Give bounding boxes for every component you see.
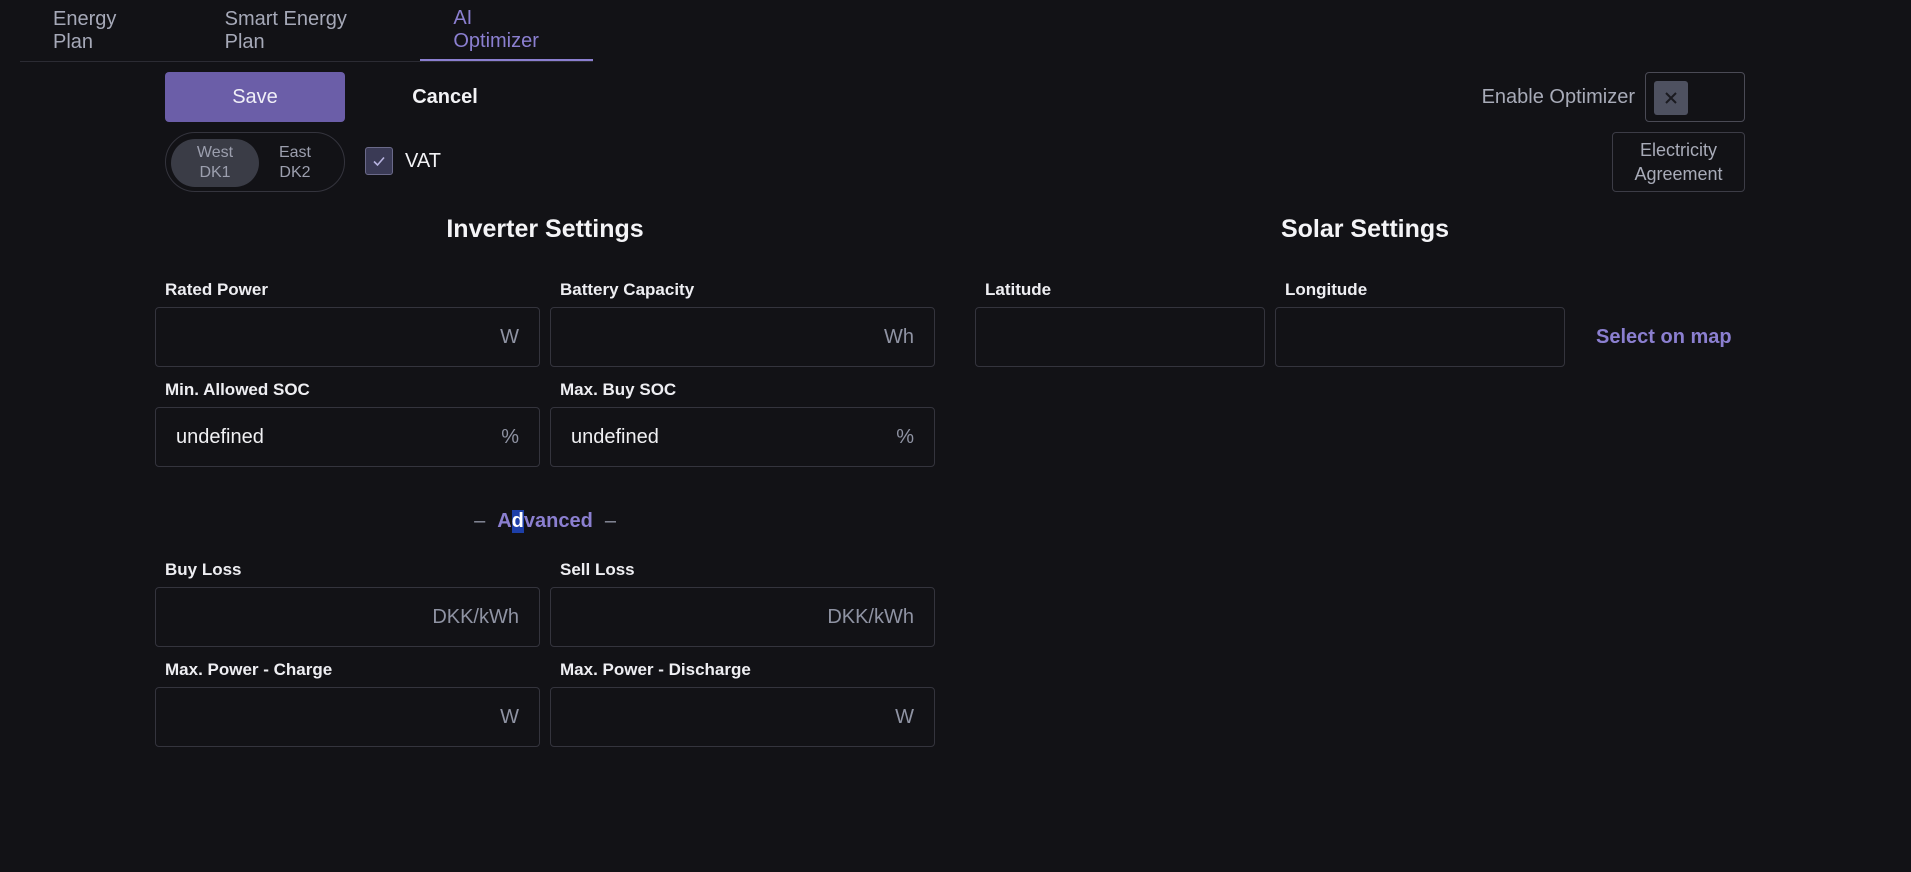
check-icon bbox=[373, 156, 385, 167]
sell-loss-unit: DKK/kWh bbox=[827, 606, 914, 628]
vat-checkbox[interactable] bbox=[365, 147, 393, 175]
min-soc-input[interactable]: undefined % bbox=[155, 407, 540, 467]
longitude-label: Longitude bbox=[1285, 280, 1368, 299]
region-toggle: West DK1 East DK2 bbox=[165, 132, 345, 192]
tab-bar: Energy Plan Smart Energy Plan AI Optimiz… bbox=[20, 0, 593, 62]
electricity-agreement-line2: Agreement bbox=[1634, 164, 1723, 184]
select-on-map-link[interactable]: Select on map bbox=[1596, 322, 1732, 352]
rated-power-label: Rated Power bbox=[165, 280, 268, 299]
tab-ai-optimizer[interactable]: AI Optimizer bbox=[420, 0, 593, 61]
sell-loss-label: Sell Loss bbox=[560, 560, 635, 579]
rated-power-input[interactable]: W bbox=[155, 307, 540, 367]
max-power-charge-unit: W bbox=[500, 706, 519, 728]
advanced-dash-left: – bbox=[474, 509, 486, 532]
advanced-label-highlight: d bbox=[511, 509, 524, 533]
enable-optimizer-toggle[interactable] bbox=[1645, 72, 1745, 122]
region-option-west-code: DK1 bbox=[199, 164, 231, 181]
min-soc-unit: % bbox=[501, 426, 519, 448]
buy-loss-input[interactable]: DKK/kWh bbox=[155, 587, 540, 647]
max-buy-soc-label: Max. Buy SOC bbox=[560, 380, 677, 399]
max-power-discharge-unit: W bbox=[895, 706, 914, 728]
region-option-west-name: West bbox=[196, 144, 234, 161]
min-soc-label: Min. Allowed SOC bbox=[165, 380, 310, 399]
latitude-label: Latitude bbox=[985, 280, 1052, 299]
advanced-label-suffix: vanced bbox=[523, 509, 593, 532]
max-buy-soc-value: undefined bbox=[571, 426, 659, 448]
region-option-east-dk2[interactable]: East DK2 bbox=[251, 139, 339, 187]
advanced-label-prefix: A bbox=[497, 509, 512, 532]
sell-loss-input[interactable]: DKK/kWh bbox=[550, 587, 935, 647]
electricity-agreement-button[interactable]: Electricity Agreement bbox=[1612, 132, 1745, 192]
inverter-settings-title: Inverter Settings bbox=[446, 215, 644, 243]
max-buy-soc-unit: % bbox=[896, 426, 914, 448]
close-icon bbox=[1654, 81, 1688, 115]
solar-settings-title: Solar Settings bbox=[1280, 215, 1450, 243]
max-buy-soc-input[interactable]: undefined % bbox=[550, 407, 935, 467]
buy-loss-label: Buy Loss bbox=[165, 560, 242, 579]
rated-power-unit: W bbox=[500, 326, 519, 348]
buy-loss-unit: DKK/kWh bbox=[432, 606, 519, 628]
region-option-west-dk1[interactable]: West DK1 bbox=[171, 139, 259, 187]
battery-capacity-unit: Wh bbox=[884, 326, 914, 348]
battery-capacity-label: Battery Capacity bbox=[560, 280, 695, 299]
advanced-dash-right: – bbox=[604, 509, 616, 532]
vat-label: VAT bbox=[405, 150, 441, 172]
region-option-east-name: East bbox=[278, 144, 311, 161]
enable-optimizer-label: Enable Optimizer bbox=[1481, 86, 1635, 108]
cancel-button[interactable]: Cancel bbox=[390, 72, 500, 122]
battery-capacity-input[interactable]: Wh bbox=[550, 307, 935, 367]
save-button[interactable]: Save bbox=[165, 72, 345, 122]
max-power-charge-input[interactable]: W bbox=[155, 687, 540, 747]
tab-energy-plan[interactable]: Energy Plan bbox=[20, 0, 192, 61]
max-power-discharge-input[interactable]: W bbox=[550, 687, 935, 747]
min-soc-value: undefined bbox=[176, 426, 264, 448]
tab-smart-energy-plan[interactable]: Smart Energy Plan bbox=[192, 0, 421, 61]
max-power-discharge-label: Max. Power - Discharge bbox=[560, 660, 751, 679]
advanced-toggle[interactable]: – Ad vanced – bbox=[465, 506, 625, 536]
longitude-input[interactable] bbox=[1275, 307, 1565, 367]
max-power-charge-label: Max. Power - Charge bbox=[165, 660, 333, 679]
latitude-input[interactable] bbox=[975, 307, 1265, 367]
region-option-east-code: DK2 bbox=[279, 164, 311, 181]
electricity-agreement-line1: Electricity bbox=[1639, 140, 1717, 160]
